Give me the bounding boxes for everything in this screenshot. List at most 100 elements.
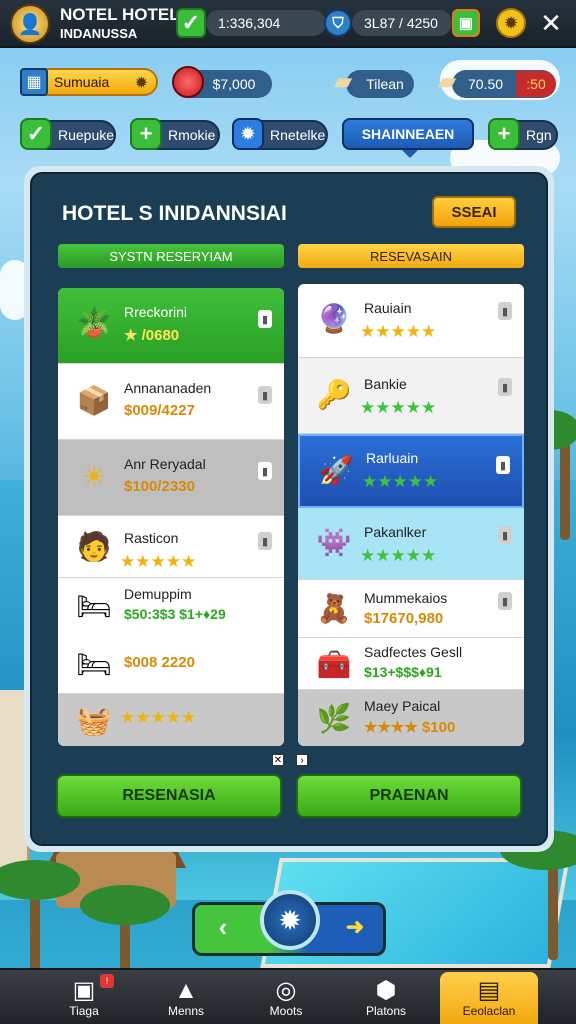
proceed-button[interactable]: PRAENAN (296, 774, 522, 818)
item-name: Rreckorini (124, 304, 188, 320)
app-subtitle: INDANUSSA (60, 26, 138, 41)
item-value: $100/2330 (124, 478, 195, 495)
item-name: Mummekaios (364, 590, 448, 606)
bear-icon: 🧸 (316, 592, 352, 624)
gear-icon[interactable]: ✹ (260, 890, 320, 950)
info-icon[interactable]: ▮ (258, 386, 272, 404)
item-rating: ★★★★★ (362, 472, 439, 491)
list-item[interactable]: 🧰 Sadfectes Gesll $13+$$$♦91 (298, 638, 524, 690)
list-item[interactable]: 🛏 Demuppim $50:3$3 $1+♦29 (58, 578, 284, 638)
chevron-left-icon[interactable]: ‹ (208, 912, 238, 942)
ticket-icon: ▰ (333, 67, 353, 95)
reservation-panel: HOTEL S INIDANNSIAI SSEAI SYSTN RESERYIA… (24, 166, 554, 852)
item-name: Maey Paical (364, 698, 441, 714)
tab-label: Eeolaclan (462, 1004, 516, 1018)
notification-badge: ! (100, 974, 114, 988)
basket-icon: 🧺 (76, 704, 112, 736)
grid-icon: ▦ (20, 68, 48, 96)
globe-icon: ◎ (275, 977, 297, 1004)
bed-icon: 🛏 (76, 590, 112, 622)
left-column-header[interactable]: SYSTN RESERYIAM (58, 244, 284, 268)
gear-icon[interactable]: ✹ (496, 8, 526, 38)
stat-primary: 1:336,304 (206, 10, 326, 36)
tab-rnetelke[interactable]: ✹ Rnetelke (232, 118, 328, 150)
coin-icon (172, 66, 204, 98)
list-item[interactable]: 🪴 Rreckorini ★ /0680 ▮ (58, 288, 284, 364)
ticket-badge: :50 (516, 71, 556, 97)
item-name: Rarluain (366, 450, 419, 466)
list-item[interactable]: 📦 Annananaden $009/4227 ▮ (58, 364, 284, 440)
list-item[interactable]: 🔑 Bankie ★★★★★ ▮ (298, 358, 524, 434)
list-item[interactable]: 🌿 Maey Paical ★★★★ $100 (298, 690, 524, 746)
list-item[interactable]: 🚀 Rarluain ★★★★★ ▮ (298, 434, 524, 508)
item-value: $008 2220 (124, 654, 195, 671)
list-item[interactable]: 🧸 Mummekaios $17670,980 ▮ (298, 580, 524, 638)
ticket-icon: ▰ (437, 67, 457, 95)
list-item[interactable]: 👾 Pakanlker ★★★★★ ▮ (298, 508, 524, 580)
close-icon[interactable]: ✕ (538, 10, 564, 36)
tab-menns[interactable]: ▲ Menns (138, 970, 234, 1024)
building-icon: ▲ (174, 977, 198, 1004)
tab-label: Ruepuke (58, 127, 115, 143)
app-title: NOTEL HOTEL (60, 5, 180, 24)
item-rating: ★★★★★ (360, 322, 437, 341)
gear-icon: ✹ (232, 118, 264, 150)
item-value: ★★★★ $100 (364, 719, 456, 736)
avatar[interactable]: 👤 (10, 4, 50, 44)
tab-tiaga[interactable]: ▣ Tiaga ! (36, 970, 132, 1024)
monster-icon: 👾 (316, 526, 352, 558)
list-item[interactable]: 🛏 $008 2220 (58, 638, 284, 694)
item-name: Rasticon (124, 530, 179, 546)
tab-shainneaen[interactable]: SHAINNEAEN (342, 118, 474, 158)
right-column-header[interactable]: RESEVASAIN (298, 244, 524, 268)
plus-icon: + (130, 118, 162, 150)
chevron-right-icon[interactable]: › (296, 754, 308, 766)
tab-eeolaclan[interactable]: ▤ Eeolaclan (440, 972, 538, 1024)
location-label: Sumuaia (54, 74, 110, 90)
list-item[interactable]: 🧑 Rasticon ★★★★★ ▮ (58, 516, 284, 578)
arrow-right-icon[interactable]: ➜ (340, 912, 370, 942)
ticket-value: 70.50 (468, 76, 504, 92)
panel-action-button[interactable]: SSEAI (432, 196, 516, 228)
item-value: $009/4227 (124, 402, 195, 419)
info-icon[interactable]: ▮ (258, 462, 272, 480)
tab-ruepuke[interactable]: ✓ Ruepuke (20, 118, 116, 150)
list-item[interactable]: ☀ Anr Reryadal $100/2330 ▮ (58, 440, 284, 516)
tab-rgn[interactable]: + Rgn (488, 118, 558, 150)
list-item[interactable]: 🧺 ★★★★★ (58, 694, 284, 746)
item-value: ★ /0680 (124, 327, 180, 344)
sun-icon: ☀ (81, 460, 107, 492)
check-icon[interactable]: ✓ (176, 8, 206, 38)
tab-rmokie[interactable]: + Rmokie (130, 118, 220, 150)
panel-body: HOTEL S INIDANNSIAI SSEAI SYSTN RESERYIA… (30, 172, 548, 846)
info-icon[interactable]: ▮ (498, 592, 512, 610)
list-item[interactable]: 🔮 Rauiain ★★★★★ ▮ (298, 284, 524, 358)
bottom-tab-bar: ▣ Tiaga ! ▲ Menns ◎ Moots ⬢ Platons ▤ Ee… (0, 968, 576, 1024)
item-name: Pakanlker (364, 524, 427, 540)
bed-icon: 🛏 (76, 648, 112, 680)
gift-icon[interactable]: ▣ (452, 9, 480, 37)
stat-secondary: 3L87 / 4250 (352, 10, 452, 36)
tab-moots[interactable]: ◎ Moots (238, 970, 334, 1024)
tab-platons[interactable]: ⬢ Platons (338, 970, 434, 1024)
info-icon[interactable]: ▮ (498, 526, 512, 544)
top-bar: 👤 NOTEL HOTEL INDANUSSA ✓ 1:336,304 ⛉ 3L… (0, 0, 576, 48)
info-icon[interactable]: ▮ (258, 532, 272, 550)
item-name: Anr Reryadal (124, 456, 206, 472)
reserve-button[interactable]: RESENASIA (56, 774, 282, 818)
plant-icon: 🪴 (76, 306, 112, 338)
shield-icon[interactable]: ⛉ (324, 9, 352, 37)
close-icon[interactable]: ✕ (272, 754, 284, 766)
location-pill[interactable]: ▦ Sumuaia ✹ (20, 68, 158, 96)
item-rating: ★★★★★ (120, 552, 197, 571)
item-rating: ★★★★★ (360, 546, 437, 565)
tab-label: Platons (365, 1004, 407, 1018)
item-name: Annananaden (124, 380, 212, 396)
globe-icon: 🔮 (316, 302, 352, 334)
item-name: Bankie (364, 376, 407, 392)
info-icon[interactable]: ▮ (258, 310, 272, 328)
info-icon[interactable]: ▮ (498, 302, 512, 320)
info-icon[interactable]: ▮ (496, 456, 510, 474)
item-rating: ★★★★★ (120, 708, 197, 727)
info-icon[interactable]: ▮ (498, 378, 512, 396)
